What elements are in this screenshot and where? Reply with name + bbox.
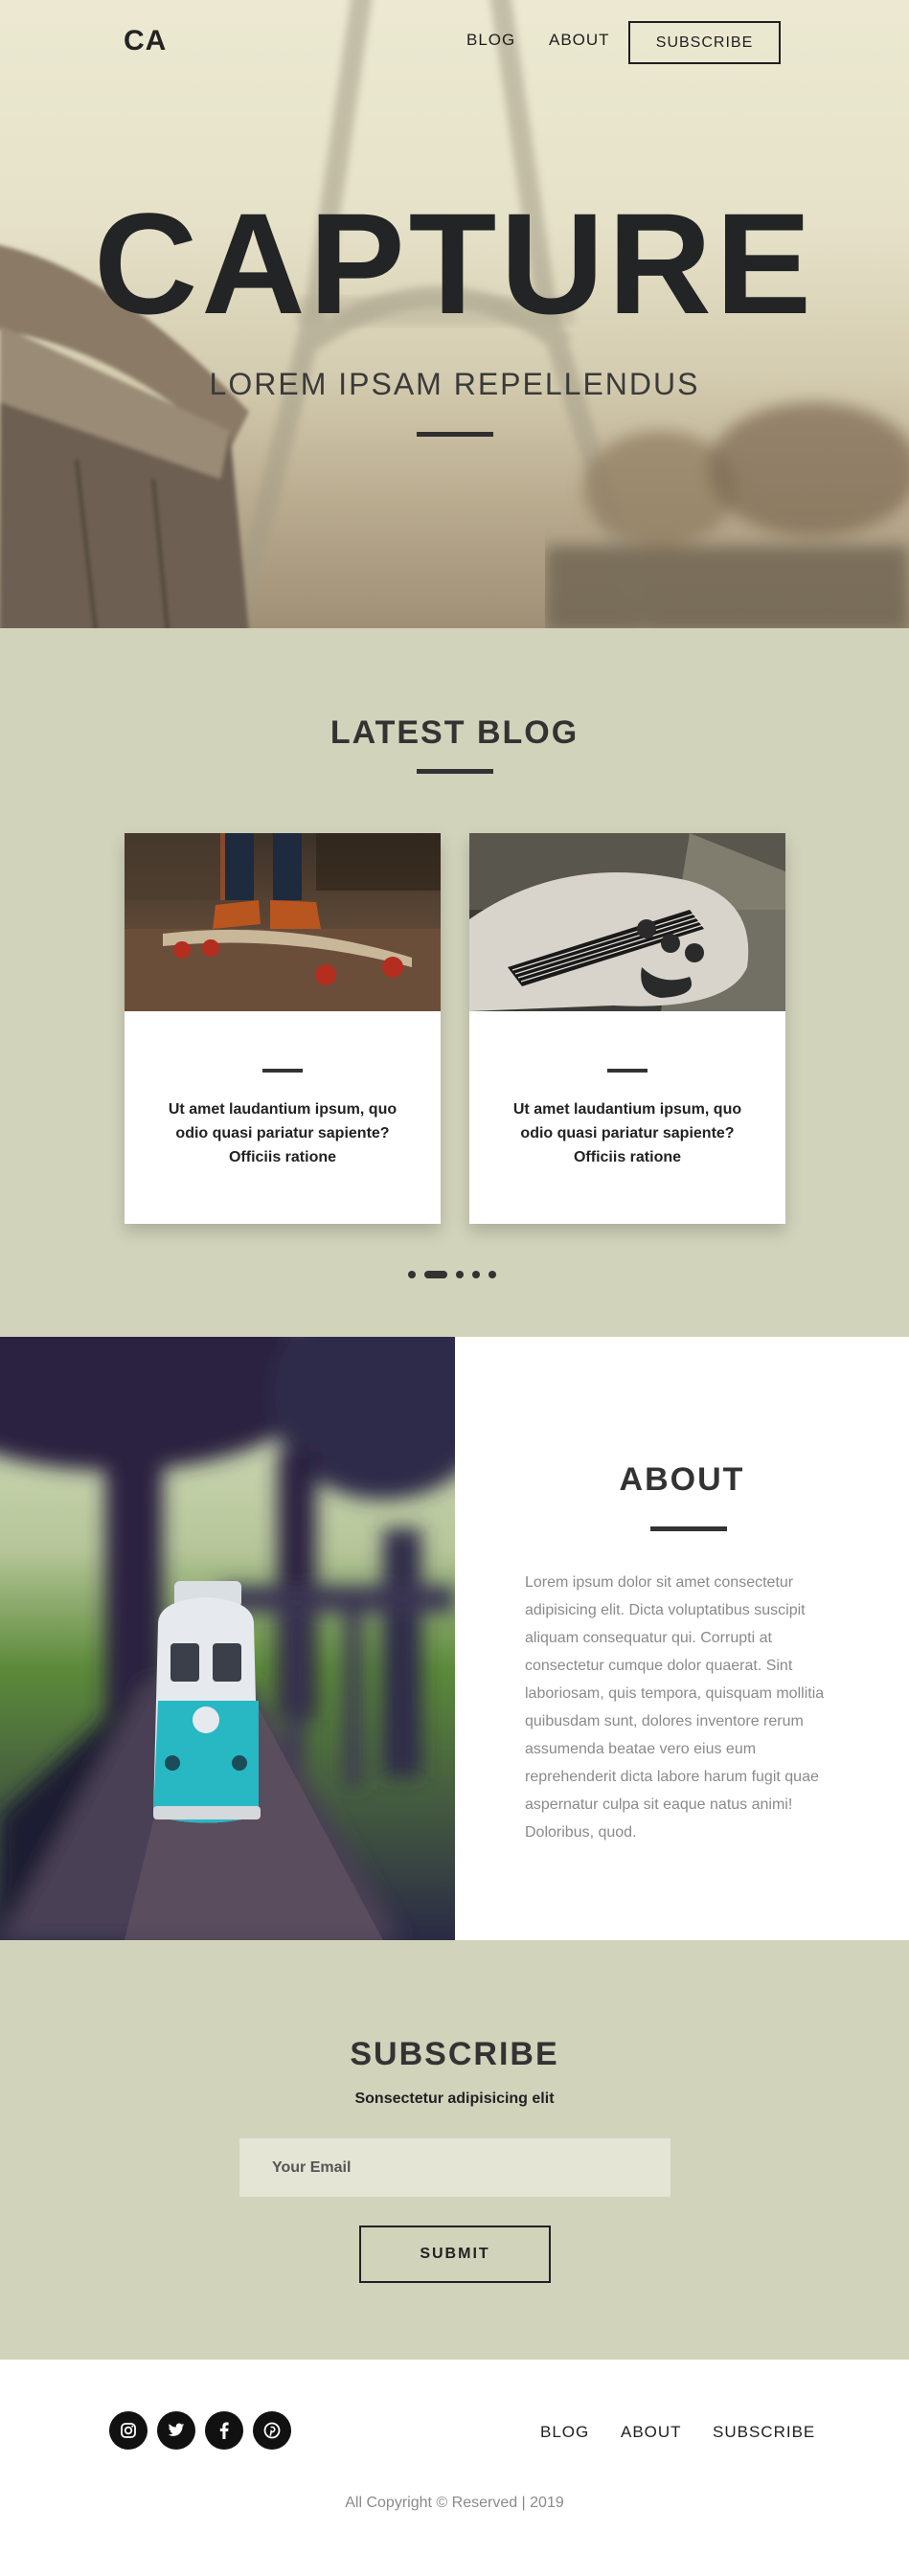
- carousel-dots: [408, 1271, 496, 1278]
- blog-divider: [417, 769, 493, 774]
- footer: BLOG ABOUT SUBSCRIBE All Copyright © Res…: [0, 2360, 909, 2576]
- hero-subtitle: LOREM IPSAM REPELLENDUS: [209, 367, 700, 401]
- about-section-title: ABOUT: [619, 1461, 745, 1498]
- blog-card[interactable]: Ut amet laudantium ipsum, quo odio quasi…: [125, 833, 441, 1224]
- nav-subscribe-button[interactable]: SUBSCRIBE: [628, 21, 781, 64]
- blog-card-divider: [262, 1069, 303, 1073]
- hero-title: CAPTURE: [93, 183, 816, 344]
- social-links: [109, 2411, 291, 2450]
- top-nav: CA BLOG ABOUT SUBSCRIBE: [0, 0, 909, 86]
- about-section: ABOUT Lorem ipsum dolor sit amet consect…: [0, 1337, 909, 1940]
- instagram-icon[interactable]: [109, 2411, 148, 2450]
- about-divider: [650, 1526, 727, 1531]
- carousel-dot[interactable]: [489, 1271, 496, 1278]
- blog-card-divider: [607, 1069, 648, 1073]
- pinterest-icon[interactable]: [253, 2411, 291, 2450]
- logo[interactable]: CA: [124, 25, 167, 57]
- submit-button[interactable]: SUBMIT: [359, 2226, 551, 2283]
- facebook-icon[interactable]: [205, 2411, 243, 2450]
- footer-link-subscribe[interactable]: SUBSCRIBE: [713, 2423, 815, 2442]
- email-input[interactable]: [239, 2138, 670, 2197]
- subscribe-subtitle: Sonsectetur adipisicing elit: [354, 2090, 555, 2107]
- hero-trees-decoration: [545, 402, 909, 628]
- hero-divider: [417, 432, 493, 437]
- subscribe-section: SUBSCRIBE Sonsectetur adipisicing elit S…: [0, 1940, 909, 2360]
- blog-card-text[interactable]: Ut amet laudantium ipsum, quo odio quasi…: [498, 1097, 757, 1169]
- blog-card-text[interactable]: Ut amet laudantium ipsum, quo odio quasi…: [153, 1097, 412, 1169]
- twitter-icon[interactable]: [157, 2411, 195, 2450]
- carousel-dot[interactable]: [456, 1271, 464, 1278]
- blog-section-title: LATEST BLOG: [330, 714, 579, 751]
- hero-section: CA BLOG ABOUT SUBSCRIBE CAPTURE LOREM IP…: [0, 0, 909, 628]
- blog-card[interactable]: Ut amet laudantium ipsum, quo odio quasi…: [469, 833, 785, 1224]
- about-body-text: Lorem ipsum dolor sit amet consectetur a…: [525, 1574, 825, 1841]
- copyright-text: All Copyright © Reserved | 2019: [345, 2495, 564, 2511]
- nav-link-blog[interactable]: BLOG: [466, 31, 515, 50]
- carousel-dot[interactable]: [408, 1271, 416, 1278]
- blog-card-image-guitar: [469, 833, 785, 1011]
- latest-blog-section: LATEST BLOG Ut amet laudantium ipsum, qu…: [0, 628, 909, 1337]
- footer-link-about[interactable]: ABOUT: [621, 2423, 682, 2442]
- carousel-dot-active[interactable]: [424, 1271, 447, 1278]
- carousel-dot[interactable]: [472, 1271, 480, 1278]
- footer-link-blog[interactable]: BLOG: [540, 2423, 589, 2442]
- blog-card-image-skateboard: [125, 833, 441, 1011]
- nav-link-about[interactable]: ABOUT: [549, 31, 610, 50]
- subscribe-section-title: SUBSCRIBE: [350, 2036, 559, 2072]
- about-image-toy-bus: [0, 1337, 455, 1940]
